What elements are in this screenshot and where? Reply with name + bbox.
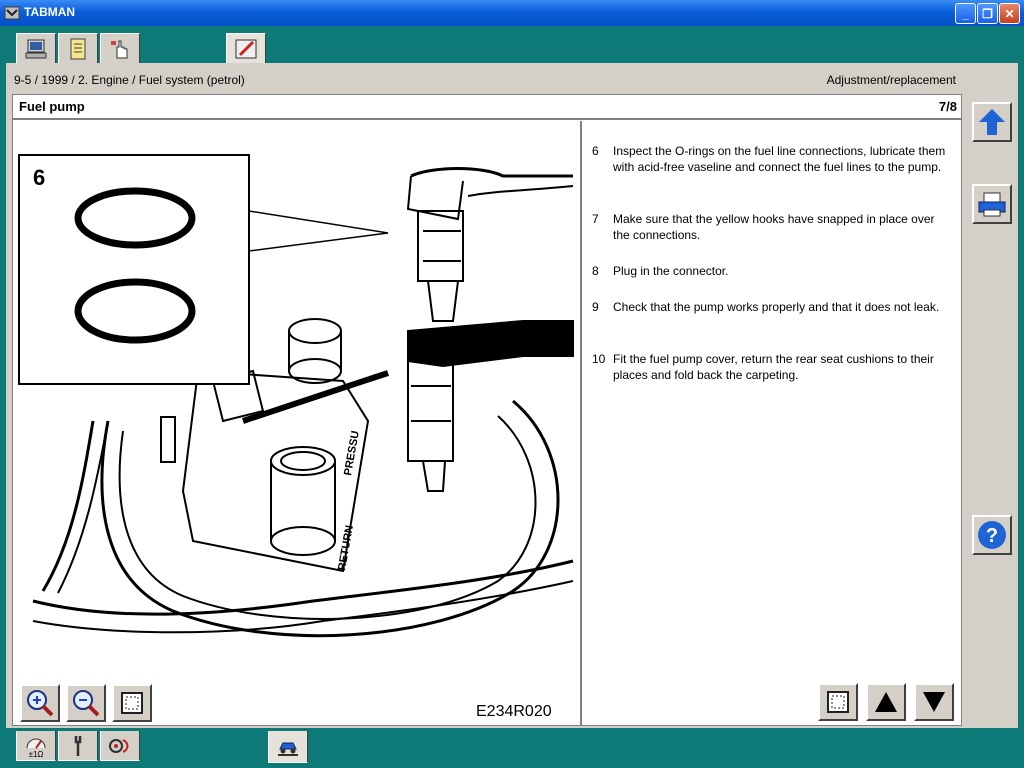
multimeter-icon: ±1Ω [26,738,46,758]
restore-button[interactable]: ❐ [977,3,998,24]
help-icon: ? [978,521,1006,549]
computer-icon [25,39,47,58]
svg-text:?: ? [986,525,998,547]
document-list-icon [70,38,86,59]
up-arrow-icon [979,109,1005,135]
section-label: Adjustment/replacement [826,73,956,87]
step-text: Fit the fuel pump cover, return the rear… [613,352,934,382]
breadcrumb: 9-5 / 1999 / 2. Engine / Fuel system (pe… [14,73,245,87]
tab-multimeter[interactable]: ±1Ω [16,731,56,761]
page-title: Fuel pump [19,99,85,114]
title-bar: TABMAN _ ❐ ✕ [0,0,1024,26]
svg-text:±1Ω: ±1Ω [29,750,44,758]
figure-pane: 6 PRESSU RETURN E234R020 [13,121,582,725]
wrench-icon [74,735,82,756]
arrow-down-icon [923,692,945,712]
tab-car-lift[interactable] [268,731,308,763]
return-label: RETURN [336,524,356,571]
step-text: Plug in the connector. [613,264,729,278]
restore-icon: ❐ [982,6,993,21]
pressure-label: PRESSU [342,430,362,477]
zoom-in-button[interactable] [20,684,60,722]
step-number: 8 [592,264,599,278]
instructions-pane: 6 Inspect the O-rings on the fuel line c… [584,121,961,725]
previous-step-button[interactable] [866,683,906,721]
zoom-out-button[interactable] [66,684,106,722]
sensor-icon [109,738,129,753]
hand-pointer-icon [111,40,128,58]
fit-page-icon [121,692,143,714]
fit-text-button[interactable] [818,683,858,721]
page-header: Fuel pump 7/8 [13,95,961,120]
tab-document-list[interactable] [58,33,98,63]
step-number: 6 [592,144,599,158]
car-lift-icon [278,742,298,756]
window-title: TABMAN [24,5,76,19]
zoom-out-icon [73,690,100,717]
app-icon [4,6,20,20]
step-text: Check that the pump works properly and t… [613,300,940,314]
inset-label: 6 [33,165,45,190]
arrow-up-icon [875,692,897,712]
close-button[interactable]: ✕ [999,3,1020,24]
tab-hand-pointer[interactable] [100,33,140,63]
next-step-button[interactable] [914,683,954,721]
help-button[interactable]: ? [972,515,1012,555]
main-panel: 9-5 / 1999 / 2. Engine / Fuel system (pe… [6,63,1018,728]
step-text: Make sure that the yellow hooks have sna… [613,212,935,242]
zoom-in-icon [27,690,54,717]
minimize-icon: _ [962,6,969,21]
go-up-button[interactable] [972,102,1012,142]
fuel-pump-illustration: 6 PRESSU RETURN [18,154,574,638]
tab-computer[interactable] [16,33,56,63]
print-button[interactable] [972,184,1012,224]
page-counter: 7/8 [938,99,957,114]
step-number: 10 [592,352,606,366]
fit-page-button[interactable] [112,684,152,722]
fit-text-icon [827,691,849,713]
pen-icon [235,39,257,58]
step-text: Inspect the O-rings on the fuel line con… [613,144,946,174]
step-number: 7 [592,212,599,226]
content-frame: Fuel pump 7/8 6 PRESSU RETURN E234R020 6… [12,94,962,726]
close-icon: ✕ [1004,6,1015,21]
step-number: 9 [592,300,599,314]
tab-pen[interactable] [226,33,266,63]
tab-wrench[interactable] [58,731,98,761]
printer-icon [978,192,1006,217]
tab-sensor[interactable] [100,731,140,761]
minimize-button[interactable]: _ [955,3,976,24]
figure-caption: E234R020 [476,703,552,720]
